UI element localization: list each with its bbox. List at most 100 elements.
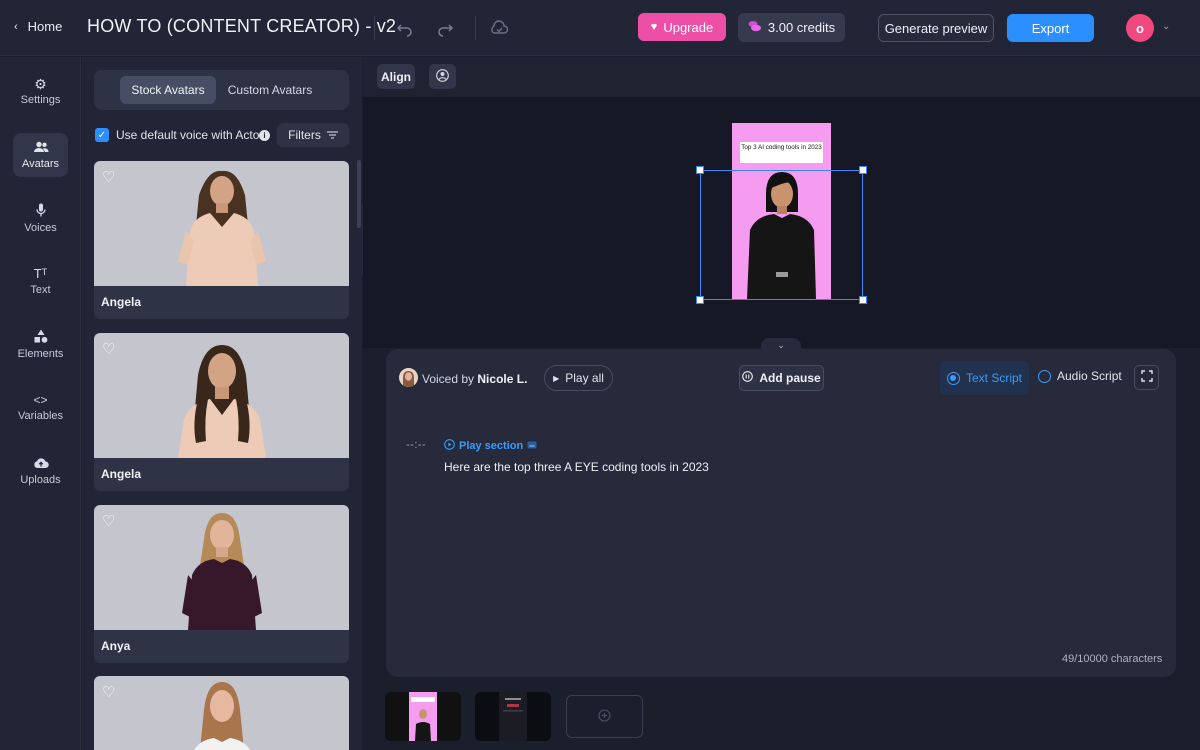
- heart-icon[interactable]: ♡: [102, 683, 115, 701]
- cloud-save-icon[interactable]: [487, 16, 511, 40]
- resize-handle[interactable]: [696, 166, 704, 174]
- pause-circle-icon: [742, 371, 754, 385]
- nav-label: Variables: [17, 409, 64, 422]
- home-button[interactable]: ‹ Home: [14, 19, 62, 34]
- nav-label: Uploads: [20, 473, 61, 486]
- code-icon: <>: [33, 392, 48, 407]
- chevron-down-icon[interactable]: ⌄: [1162, 21, 1170, 32]
- upgrade-button[interactable]: ♥ Upgrade: [638, 13, 726, 41]
- timecode: --:--: [406, 439, 427, 451]
- play-circle-icon: [444, 439, 455, 453]
- coins-icon: [748, 19, 762, 36]
- scene-preview: [409, 692, 437, 741]
- play-section-label: Play section: [459, 440, 524, 452]
- left-nav: ⚙ Settings Avatars Voices Tᵀ Text Elemen…: [0, 57, 81, 750]
- nav-label: Voices: [24, 221, 57, 234]
- user-avatar[interactable]: o: [1126, 14, 1154, 42]
- fullscreen-button[interactable]: [1134, 365, 1159, 390]
- resize-handle[interactable]: [696, 296, 704, 304]
- avatar-card[interactable]: ♡ Angela: [94, 161, 349, 319]
- microphone-icon: [35, 203, 46, 219]
- tab-custom-avatars[interactable]: Custom Avatars: [222, 76, 318, 104]
- nav-item-uploads[interactable]: Uploads: [13, 449, 68, 493]
- filters-button[interactable]: Filters: [277, 123, 349, 147]
- voice-name: Nicole L.: [477, 372, 528, 386]
- avatar-image: [94, 161, 349, 286]
- caption-text[interactable]: Top 3 AI coding tools in 2023: [740, 142, 823, 163]
- selection-box[interactable]: [696, 166, 867, 304]
- add-scene-button[interactable]: [566, 695, 643, 738]
- scene-thumbnail[interactable]: [385, 692, 461, 741]
- radio-selected-icon: [946, 371, 960, 385]
- panel-scrollbar[interactable]: [357, 160, 361, 228]
- voice-avatar: [399, 368, 418, 387]
- filter-lines-icon: [326, 128, 338, 142]
- scene-thumbnail[interactable]: [475, 692, 551, 741]
- avatar-card[interactable]: ♡ Anya: [94, 505, 349, 663]
- credits-button[interactable]: 3.00 credits: [738, 13, 845, 42]
- chevron-left-icon: ‹: [14, 20, 18, 33]
- avatar-card[interactable]: ♡: [94, 676, 349, 750]
- filters-label: Filters: [288, 128, 321, 142]
- play-icon: ▶: [553, 373, 560, 383]
- audio-script-option[interactable]: Audio Script: [1038, 369, 1122, 383]
- divider: [475, 16, 476, 40]
- nav-item-text[interactable]: Tᵀ Text: [13, 259, 68, 303]
- export-button[interactable]: Export: [1007, 14, 1094, 42]
- script-text[interactable]: Here are the top three A EYE coding tool…: [444, 460, 709, 474]
- info-icon[interactable]: i: [259, 130, 270, 141]
- heart-icon[interactable]: ♡: [102, 512, 115, 530]
- nav-item-variables[interactable]: <> Variables: [13, 385, 68, 429]
- heart-icon[interactable]: ♡: [102, 168, 115, 186]
- avatar-image: [94, 676, 349, 750]
- align-button[interactable]: Align: [377, 64, 415, 89]
- resize-handle[interactable]: [859, 296, 867, 304]
- avatar-type-tabs: Stock Avatars Custom Avatars: [94, 70, 349, 110]
- redo-icon[interactable]: [433, 16, 457, 40]
- heart-icon[interactable]: ♡: [102, 340, 115, 358]
- text-script-option[interactable]: Text Script: [940, 361, 1029, 395]
- nav-label: Text: [30, 283, 51, 296]
- shapes-icon: [34, 329, 48, 345]
- upgrade-label: Upgrade: [663, 19, 714, 35]
- cloud-upload-icon: [33, 457, 49, 471]
- audio-script-label: Audio Script: [1057, 369, 1122, 383]
- captions-icon: [527, 440, 537, 452]
- add-pause-button[interactable]: Add pause: [739, 365, 824, 391]
- script-panel: [386, 349, 1176, 677]
- play-all-label: Play all: [565, 371, 604, 385]
- avatar-position-button[interactable]: [429, 64, 456, 89]
- avatar-image: [94, 505, 349, 630]
- credits-label: 3.00 credits: [767, 20, 836, 35]
- avatar-image: [94, 333, 349, 458]
- radio-unselected-icon: [1038, 369, 1051, 383]
- nav-item-voices[interactable]: Voices: [13, 196, 68, 240]
- default-voice-checkbox[interactable]: ✓: [95, 128, 109, 142]
- voiced-by[interactable]: Voiced by Nicole L.: [422, 372, 527, 386]
- expand-icon: [1140, 370, 1153, 385]
- project-title[interactable]: HOW TO (CONTENT CREATOR) - v2: [87, 16, 396, 37]
- nav-label: Settings: [20, 93, 61, 106]
- canvas-toolbar: [363, 57, 1200, 97]
- nav-item-avatars[interactable]: Avatars: [13, 133, 68, 177]
- nav-label: Elements: [17, 347, 64, 360]
- text-icon: Tᵀ: [33, 265, 48, 281]
- resize-handle[interactable]: [859, 166, 867, 174]
- play-section-button[interactable]: Play section: [444, 439, 537, 453]
- avatar-name: Anya: [101, 639, 131, 653]
- users-icon: [33, 141, 49, 155]
- diamond-heart-icon: ♥: [650, 21, 658, 33]
- user-circle-icon: [436, 68, 449, 85]
- tab-stock-avatars[interactable]: Stock Avatars: [120, 76, 216, 104]
- avatar-name: Angela: [101, 295, 142, 309]
- add-pause-label: Add pause: [759, 371, 821, 385]
- play-all-button[interactable]: ▶ Play all: [544, 365, 613, 391]
- undo-icon[interactable]: [393, 16, 417, 40]
- generate-preview-button[interactable]: Generate preview: [878, 14, 994, 42]
- text-script-label: Text Script: [965, 371, 1022, 385]
- gear-icon: ⚙: [34, 75, 47, 92]
- nav-item-settings[interactable]: ⚙ Settings: [13, 69, 68, 113]
- nav-item-elements[interactable]: Elements: [13, 322, 68, 366]
- default-voice-label: Use default voice with Actor: [116, 128, 264, 142]
- avatar-card[interactable]: ♡ Angela: [94, 333, 349, 491]
